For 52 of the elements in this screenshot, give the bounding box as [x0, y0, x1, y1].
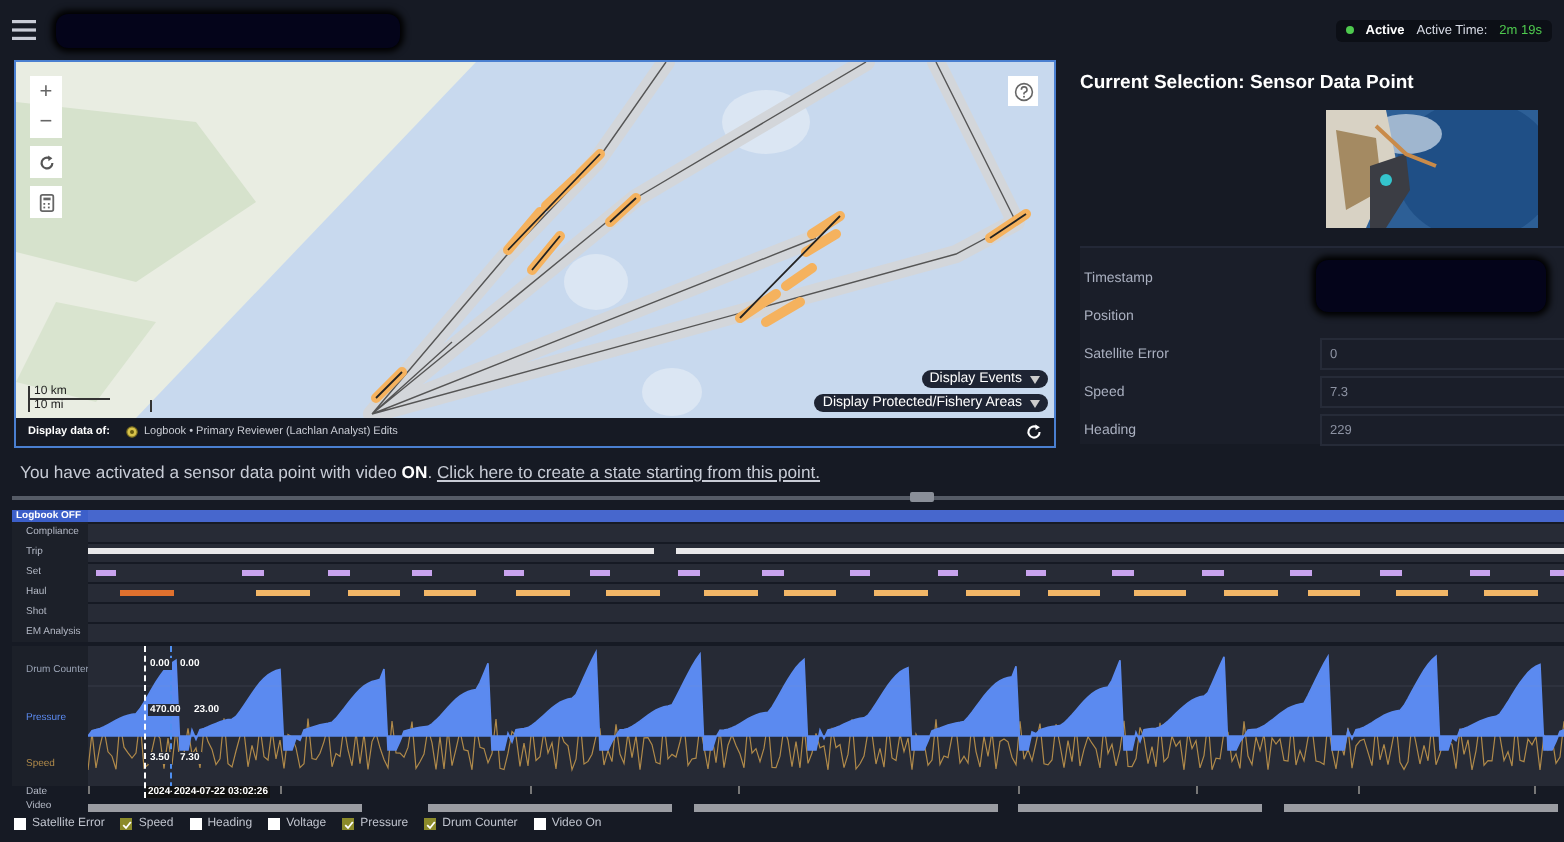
set-marker [938, 570, 959, 576]
calculator-button[interactable] [30, 186, 62, 218]
set-marker [678, 570, 700, 576]
notice-text: You have activated a sensor data point with video ON. Click here to create a state starting from this point. [20, 462, 821, 482]
checkbox[interactable] [342, 818, 355, 830]
check-icon [425, 819, 436, 829]
haul-bar[interactable] [1307, 590, 1361, 596]
haul-bar[interactable] [1047, 590, 1101, 596]
set-marker [1290, 570, 1312, 576]
set-marker [589, 570, 611, 576]
set-marker [504, 570, 525, 576]
status-dot [1345, 26, 1354, 34]
zoom-in-button[interactable]: + [30, 76, 62, 108]
set-marker [1202, 570, 1224, 576]
calculator-icon [37, 193, 55, 211]
refresh-button[interactable] [30, 146, 62, 178]
haul-bar[interactable] [783, 590, 837, 596]
check-icon [121, 819, 132, 829]
caret-icon [1030, 399, 1040, 407]
haul-bar[interactable] [423, 590, 477, 596]
set-marker [1469, 570, 1491, 576]
set-marker [242, 570, 264, 576]
set-marker [328, 570, 350, 576]
haul-bar[interactable] [1395, 590, 1449, 596]
checkbox[interactable] [120, 818, 133, 830]
set-marker [411, 570, 432, 576]
set-marker [95, 570, 117, 576]
haul-bar[interactable] [1133, 590, 1187, 596]
set-marker [1380, 570, 1402, 576]
circle-icon [125, 426, 138, 438]
set-marker [1549, 570, 1564, 576]
checkbox[interactable] [533, 818, 546, 830]
set-marker [1025, 570, 1046, 576]
refresh-icon [37, 153, 55, 171]
resize-handle[interactable] [910, 492, 934, 502]
menu-icon[interactable] [12, 20, 36, 40]
check-icon [343, 819, 354, 829]
set-marker [762, 570, 784, 576]
help-icon [1013, 81, 1033, 101]
checkbox[interactable] [14, 818, 26, 830]
set-marker [849, 570, 871, 576]
caret-icon [1030, 375, 1040, 383]
refresh-icon[interactable] [1026, 424, 1042, 440]
create-state-link[interactable]: Click here to create a state starting from this point. [436, 462, 821, 482]
haul-bar[interactable] [347, 590, 401, 596]
checkbox[interactable] [189, 818, 202, 830]
zoom-out-button[interactable]: − [30, 106, 62, 138]
checkbox[interactable] [424, 818, 437, 830]
panel-title: Current Selection: Sensor Data Point [1080, 72, 1416, 94]
checkbox[interactable] [268, 818, 281, 830]
set-marker [1112, 570, 1133, 576]
help-button[interactable] [1008, 76, 1038, 106]
